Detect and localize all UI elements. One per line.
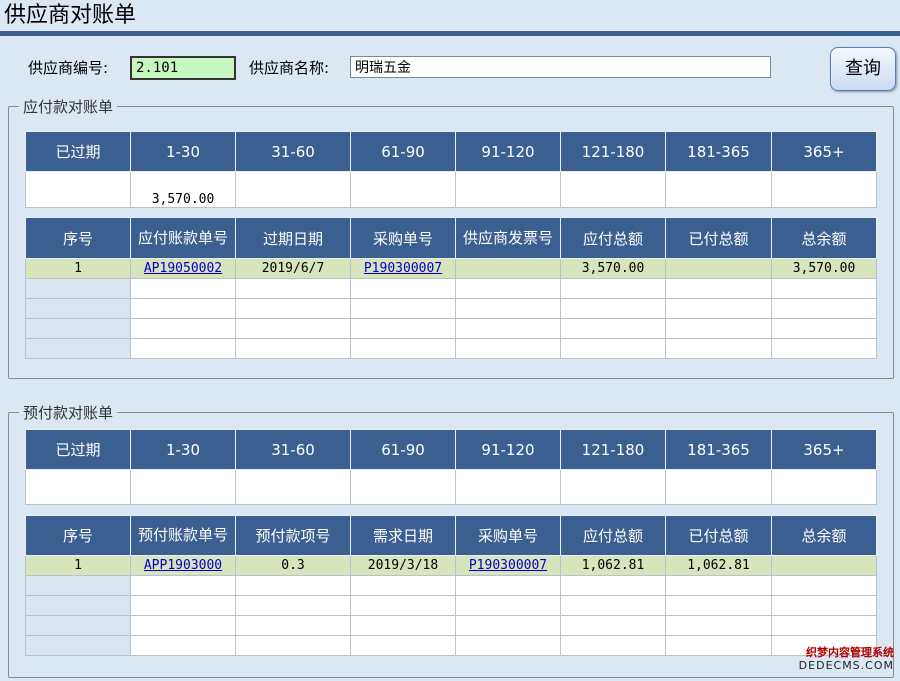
payable-aging-cell [560, 171, 666, 208]
table-row[interactable]: 1 AP19050002 2019/6/7 P190300007 3,570.0… [25, 258, 877, 279]
table-row[interactable]: 1 APP1903000 0.3 2019/3/18 P190300007 1,… [25, 555, 877, 576]
payable-detail-header: 采购单号 [350, 217, 456, 259]
payable-aging-header: 1-30 [130, 131, 236, 172]
prepaid-legend: 预付款对账单 [23, 404, 114, 422]
empty-row [25, 575, 877, 596]
prepaid-aging-header: 已过期 [25, 429, 131, 470]
window-title: 供应商对账单 [4, 3, 137, 28]
query-button[interactable]: 查询 [830, 47, 896, 91]
watermark-line-1: 织梦内容管理系统 [806, 646, 894, 659]
empty-row [25, 615, 877, 636]
prepaid-detail-header: 应付总额 [560, 515, 666, 556]
payable-voucher-cell: AP19050002 [130, 258, 236, 279]
payable-aging-header: 31-60 [235, 131, 351, 172]
prepayment-item-cell: 0.3 [235, 555, 351, 576]
purchase-order-link[interactable]: P190300007 [364, 261, 442, 276]
supplier-name-input[interactable] [350, 56, 771, 78]
payable-aging-header: 61-90 [350, 131, 456, 172]
due-date-cell: 2019/6/7 [235, 258, 351, 279]
payable-detail-header: 应付总额 [560, 217, 666, 259]
prepaid-aging-cell [25, 469, 131, 505]
balance-cell: 3,570.00 [771, 258, 877, 279]
payable-detail-header: 过期日期 [235, 217, 351, 259]
row-index: 1 [25, 258, 131, 279]
prepaid-aging-cell [560, 469, 666, 505]
paid-total-cell: 1,062.81 [665, 555, 772, 576]
prepaid-detail-header: 已付总额 [665, 515, 772, 556]
supplier-code-label: 供应商编号: [28, 59, 109, 77]
prepaid-voucher-link[interactable]: APP1903000 [144, 558, 222, 573]
purchase-order-cell: P190300007 [455, 555, 561, 576]
payable-aging-cell [771, 171, 877, 208]
payable-detail-header: 应付账款单号 [130, 217, 236, 259]
payable-aging-cell [25, 171, 131, 208]
demand-date-cell: 2019/3/18 [350, 555, 456, 576]
supplier-name-label: 供应商名称: [249, 59, 330, 77]
payable-detail-header: 供应商发票号 [455, 217, 561, 259]
payable-total-cell: 1,062.81 [560, 555, 666, 576]
prepaid-aging-header: 31-60 [235, 429, 351, 470]
empty-row [25, 338, 877, 359]
prepaid-aging-cell [665, 469, 772, 505]
purchase-order-link[interactable]: P190300007 [469, 558, 547, 573]
prepaid-aging-cell [455, 469, 561, 505]
payable-aging-cell: 3,570.00 [130, 171, 236, 208]
prepaid-aging-header: 1-30 [130, 429, 236, 470]
prepaid-aging-header: 91-120 [455, 429, 561, 470]
watermark: 织梦内容管理系统 DEDECMS.COM [788, 646, 894, 674]
payable-aging-table: 已过期 1-30 31-60 61-90 91-120 121-180 181-… [25, 131, 877, 208]
payable-detail-header: 已付总额 [665, 217, 772, 259]
prepaid-detail-header: 序号 [25, 515, 131, 556]
prepaid-detail-header: 预付账款单号 [130, 515, 236, 556]
prepaid-aging-cell [235, 469, 351, 505]
payable-aging-cell [455, 171, 561, 208]
prepaid-detail-header: 采购单号 [455, 515, 561, 556]
payable-aging-header: 91-120 [455, 131, 561, 172]
balance-cell [771, 555, 877, 576]
empty-row [25, 298, 877, 319]
payable-detail-table: 序号 应付账款单号 过期日期 采购单号 供应商发票号 应付总额 已付总额 总余额… [25, 217, 877, 359]
prepaid-detail-header: 总余额 [771, 515, 877, 556]
supplier-code-input[interactable] [130, 56, 236, 80]
prepaid-aging-header: 365+ [771, 429, 877, 470]
prepaid-voucher-cell: APP1903000 [130, 555, 236, 576]
payable-detail-header: 总余额 [771, 217, 877, 259]
watermark-line-2: DEDECMS.COM [798, 659, 894, 672]
empty-row [25, 635, 877, 656]
payable-voucher-link[interactable]: AP19050002 [144, 261, 222, 276]
title-bar: 供应商对账单 [0, 0, 900, 36]
empty-row [25, 318, 877, 339]
row-index: 1 [25, 555, 131, 576]
payable-detail-header: 序号 [25, 217, 131, 259]
purchase-order-cell: P190300007 [350, 258, 456, 279]
payable-aging-cell [350, 171, 456, 208]
prepaid-aging-table: 已过期 1-30 31-60 61-90 91-120 121-180 181-… [25, 429, 877, 505]
prepaid-aging-header: 121-180 [560, 429, 666, 470]
payable-aging-header: 121-180 [560, 131, 666, 172]
paid-total-cell [665, 258, 772, 279]
title-divider [0, 31, 900, 36]
payable-total-cell: 3,570.00 [560, 258, 666, 279]
prepaid-detail-table: 序号 预付账款单号 预付款项号 需求日期 采购单号 应付总额 已付总额 总余额 … [25, 515, 877, 656]
prepaid-aging-header: 181-365 [665, 429, 772, 470]
empty-row [25, 278, 877, 299]
prepaid-aging-cell [130, 469, 236, 505]
prepaid-aging-header: 61-90 [350, 429, 456, 470]
invoice-number-cell [455, 258, 561, 279]
prepaid-detail-header: 需求日期 [350, 515, 456, 556]
payable-aging-header: 365+ [771, 131, 877, 172]
payable-aging-header: 已过期 [25, 131, 131, 172]
prepaid-detail-header: 预付款项号 [235, 515, 351, 556]
prepaid-aging-cell [350, 469, 456, 505]
prepaid-aging-cell [771, 469, 877, 505]
empty-row [25, 595, 877, 616]
payable-aging-cell [235, 171, 351, 208]
payable-aging-cell [665, 171, 772, 208]
payable-legend: 应付款对账单 [23, 98, 114, 116]
payable-aging-header: 181-365 [665, 131, 772, 172]
